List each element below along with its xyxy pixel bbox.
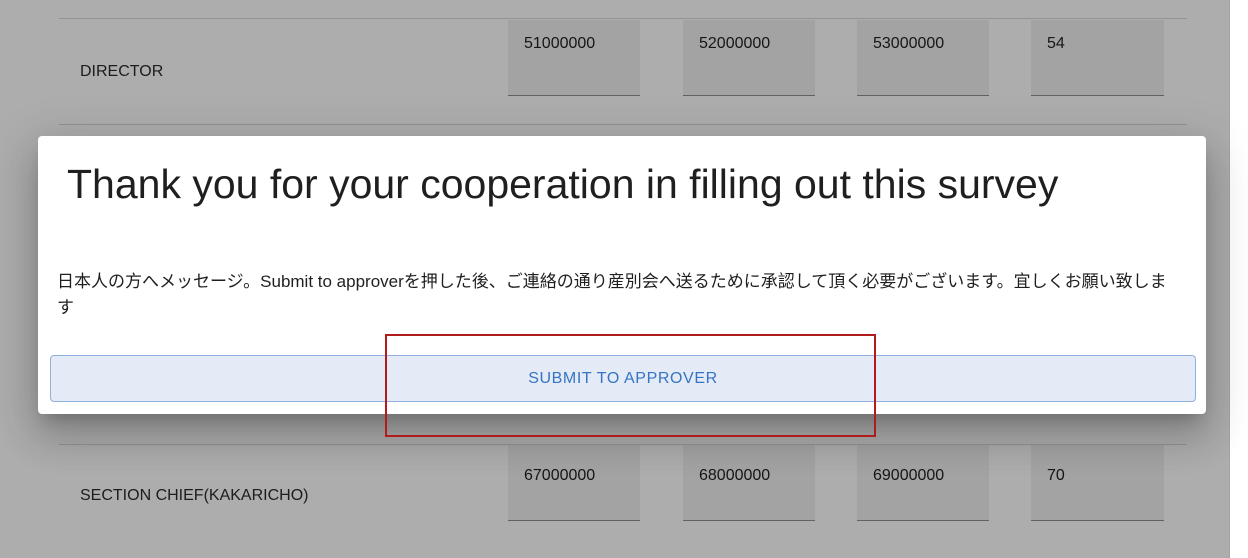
dialog-message: 日本人の方へメッセージ。Submit to approverを押した後、ご連絡の… <box>57 272 1167 317</box>
thank-you-dialog: Thank you for your cooperation in fillin… <box>38 136 1206 414</box>
submit-to-approver-button[interactable]: SUBMIT TO APPROVER <box>50 355 1196 402</box>
scrollbar[interactable] <box>1229 0 1248 558</box>
dialog-title: Thank you for your cooperation in fillin… <box>67 161 1059 207</box>
